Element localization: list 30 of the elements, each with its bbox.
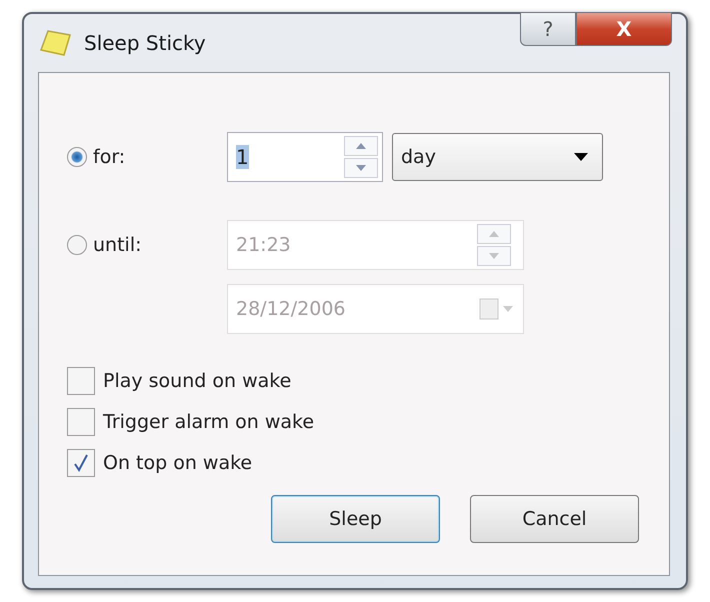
unit-dropdown[interactable]: day [392, 133, 603, 181]
checkbox[interactable] [67, 408, 95, 436]
up-arrow-icon [356, 143, 366, 149]
window-title: Sleep Sticky [84, 31, 206, 55]
checkbox-label: Trigger alarm on wake [103, 411, 314, 433]
cancel-button[interactable]: Cancel [470, 495, 639, 543]
sticky-note-icon [38, 28, 74, 58]
calendar-dropdown-icon[interactable] [479, 297, 515, 321]
sleep-button[interactable]: Sleep [271, 495, 440, 543]
radio-label: for: [93, 146, 126, 168]
field-value: 28/12/2006 [236, 298, 346, 320]
radio-label: until: [93, 234, 142, 256]
spin-down-button[interactable] [344, 158, 378, 178]
spin-up-button[interactable] [344, 136, 378, 156]
down-arrow-icon [356, 165, 366, 171]
radio-button[interactable] [67, 147, 87, 167]
checkbox-label: On top on wake [103, 452, 252, 474]
checkbox[interactable] [67, 367, 95, 395]
number-field[interactable]: 1 [227, 132, 383, 182]
field-value: 21:23 [236, 234, 291, 256]
field-value: 1 [236, 145, 249, 169]
checkmark-icon [73, 454, 89, 472]
close-button[interactable]: X [576, 12, 672, 46]
checkbox[interactable] [67, 449, 95, 477]
help-button[interactable]: ? [520, 12, 576, 46]
dropdown-value: day [401, 146, 436, 168]
down-arrow-icon [489, 253, 499, 259]
checkbox-label: Play sound on wake [103, 370, 292, 392]
dropdown-arrow-icon [574, 153, 588, 161]
up-arrow-icon [489, 231, 499, 237]
